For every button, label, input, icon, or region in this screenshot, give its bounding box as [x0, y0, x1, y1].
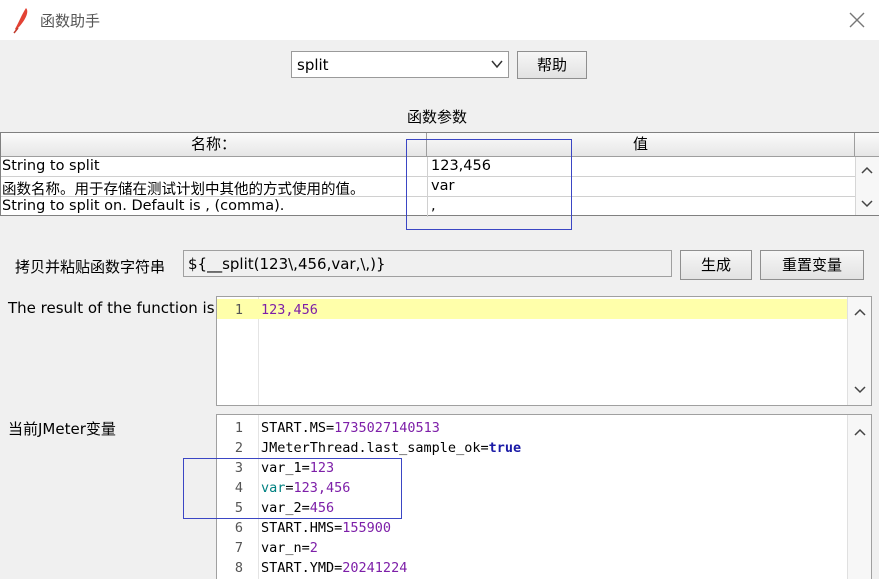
var-value: 123,456 — [293, 480, 351, 496]
var-value: 456 — [309, 500, 335, 516]
param-name: String to split — [2, 158, 100, 174]
line-number: 6 — [234, 520, 243, 536]
line-text: 123,456 — [261, 302, 318, 318]
var-key: var_n — [261, 540, 302, 556]
param-value[interactable]: var — [431, 178, 851, 194]
editor-line: 4 var=123,456 — [217, 477, 847, 497]
chevron-down-icon[interactable] — [860, 199, 874, 209]
editor-line: 1 START.MS=1735027140513 — [217, 417, 847, 437]
line-number: 8 — [234, 560, 243, 576]
reset-variables-button[interactable]: 重置变量 — [760, 250, 864, 280]
result-label: The result of the function is — [8, 299, 215, 317]
var-value: 123 — [309, 460, 335, 476]
var-value: 155900 — [342, 520, 392, 536]
line-number: 1 — [234, 302, 243, 318]
param-name: 函数名称。用于存储在测试计划中其他的方式使用的值。 — [2, 182, 365, 198]
params-section-label: 函数参数 — [407, 108, 468, 126]
var-eq: = — [301, 500, 310, 516]
line-number: 7 — [234, 540, 243, 556]
editor-line: 8 START.YMD=20241224 — [217, 557, 847, 577]
result-scrollbar[interactable] — [847, 297, 871, 405]
chevron-up-icon[interactable] — [853, 307, 867, 317]
function-string-label: 拷贝并粘贴函数字符串 — [15, 258, 166, 276]
line-number: 2 — [234, 440, 243, 456]
var-key: START.MS — [261, 420, 327, 436]
param-name: String to split on. Default is , (comma)… — [2, 198, 285, 214]
var-key: var_2 — [261, 500, 302, 516]
help-button[interactable]: 帮助 — [517, 51, 587, 79]
result-editor[interactable]: 1 123,456 — [216, 296, 872, 406]
line-number: 5 — [234, 500, 243, 516]
line-number: 3 — [234, 460, 243, 476]
generate-button[interactable]: 生成 — [680, 250, 752, 280]
variables-label: 当前JMeter变量 — [8, 420, 116, 438]
table-corner — [855, 133, 879, 157]
function-select-value: split — [297, 56, 329, 74]
chevron-up-icon[interactable] — [860, 165, 874, 175]
line-number: 1 — [234, 420, 243, 436]
var-eq: = — [326, 420, 335, 436]
table-row[interactable]: 函数名称。用于存储在测试计划中其他的方式使用的值。 var — [1, 177, 855, 198]
var-value: true — [488, 440, 522, 456]
table-row[interactable]: String to split 123,456 — [1, 157, 855, 177]
var-value: 20241224 — [342, 560, 408, 576]
variables-scrollbar[interactable] — [847, 415, 871, 579]
var-eq: = — [301, 460, 310, 476]
table-scrollbar[interactable] — [855, 157, 879, 215]
chevron-up-icon[interactable] — [853, 427, 867, 437]
function-string-value: ${__split(123\,456,var,\,)} — [188, 255, 386, 273]
param-value[interactable]: 123,456 — [431, 158, 851, 174]
editor-line: 6 START.HMS=155900 — [217, 517, 847, 537]
column-header-value[interactable]: 值 — [427, 133, 855, 157]
table-row[interactable]: String to split on. Default is , (comma)… — [1, 197, 855, 217]
editor-line: 2 JMeterThread.last_sample_ok=true — [217, 437, 847, 457]
var-key: JMeterThread.last_sample_ok — [261, 440, 481, 456]
var-key: START.HMS — [261, 520, 335, 536]
editor-line: 1 123,456 — [217, 299, 847, 319]
var-eq: = — [285, 480, 294, 496]
editor-line: 3 var_1=123 — [217, 457, 847, 477]
var-value: 2 — [309, 540, 318, 556]
var-eq: = — [480, 440, 489, 456]
editor-line: 5 var_2=456 — [217, 497, 847, 517]
function-string-field[interactable]: ${__split(123\,456,var,\,)} — [183, 250, 672, 277]
variables-editor[interactable]: 1 START.MS=1735027140513 2 JMeterThread.… — [216, 414, 872, 579]
param-value[interactable]: , — [431, 198, 851, 214]
column-header-name[interactable]: 名称： — [1, 133, 427, 157]
feather-icon — [13, 8, 28, 34]
window-title: 函数助手 — [40, 12, 101, 30]
var-key: var — [261, 480, 286, 496]
chevron-down-icon[interactable] — [853, 385, 867, 395]
function-select[interactable]: split — [291, 51, 509, 78]
var-key: var_1 — [261, 460, 302, 476]
title-bar: 函数助手 — [0, 0, 879, 40]
close-icon[interactable] — [843, 6, 871, 34]
var-value: 1735027140513 — [334, 420, 440, 436]
var-key: START.YMD — [261, 560, 335, 576]
chevron-down-icon — [491, 60, 503, 69]
params-table: 名称： 值 String to split 123,456 函数名称。用于存储在… — [0, 132, 879, 217]
var-eq: = — [301, 540, 310, 556]
line-number: 4 — [234, 480, 243, 496]
editor-line: 7 var_n=2 — [217, 537, 847, 557]
